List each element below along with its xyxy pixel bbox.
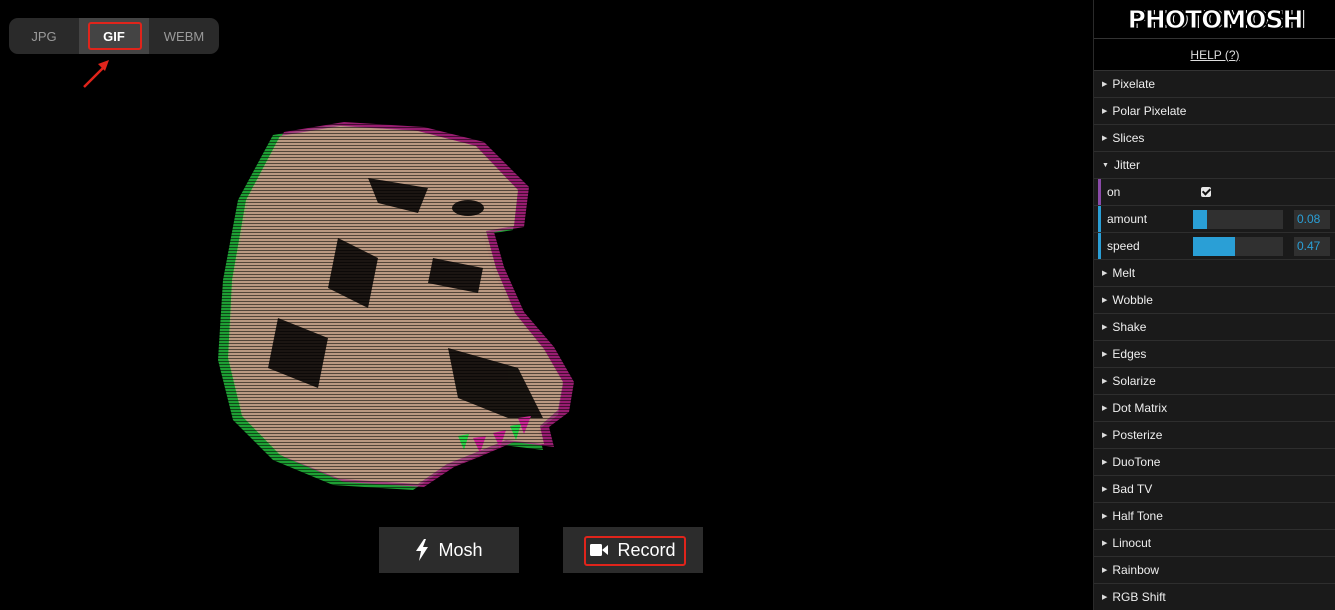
param-stripe — [1098, 179, 1101, 205]
param-speed: speed 0.47 — [1094, 233, 1335, 260]
speed-value-field[interactable]: 0.47 — [1294, 236, 1330, 256]
triangle-right-icon: ▶ — [1102, 513, 1108, 520]
glitch-lion-image — [218, 118, 588, 493]
triangle-right-icon: ▶ — [1102, 459, 1108, 466]
effect-label: Shake — [1112, 320, 1147, 334]
effect-bad-tv[interactable]: ▶ Bad TV — [1094, 476, 1335, 503]
triangle-right-icon: ▶ — [1102, 135, 1108, 142]
triangle-right-icon: ▶ — [1102, 81, 1108, 88]
annotation-arrow — [83, 60, 109, 88]
amount-value-field[interactable]: 0.08 — [1294, 209, 1330, 229]
amount-slider[interactable] — [1193, 209, 1283, 229]
effect-label: Melt — [1112, 266, 1136, 280]
triangle-right-icon: ▶ — [1102, 432, 1108, 439]
video-camera-icon — [590, 544, 609, 556]
param-label: amount — [1107, 212, 1148, 226]
tab-webm[interactable]: WEBM — [149, 18, 219, 54]
effect-rainbow[interactable]: ▶ Rainbow — [1094, 557, 1335, 584]
effect-label: Linocut — [1112, 536, 1152, 550]
effect-label: DuoTone — [1112, 455, 1161, 469]
effect-label: Polar Pixelate — [1112, 104, 1187, 118]
triangle-right-icon: ▶ — [1102, 324, 1108, 331]
effect-label: Solarize — [1112, 374, 1156, 388]
triangle-right-icon: ▶ — [1102, 567, 1108, 574]
amount-slider-fill — [1193, 209, 1208, 229]
triangle-right-icon: ▶ — [1102, 270, 1108, 277]
triangle-right-icon: ▶ — [1102, 297, 1108, 304]
triangle-down-icon: ▼ — [1102, 161, 1109, 169]
format-tabs: JPG GIF WEBM — [9, 18, 219, 54]
record-button-label: Record — [617, 539, 676, 560]
triangle-right-icon: ▶ — [1102, 405, 1108, 412]
effect-label: Edges — [1112, 347, 1147, 361]
param-label: speed — [1107, 239, 1140, 253]
effect-label: Rainbow — [1112, 563, 1160, 577]
help-link[interactable]: HELP (?) — [1190, 48, 1239, 62]
help-row: HELP (?) — [1094, 39, 1335, 71]
triangle-right-icon: ▶ — [1102, 351, 1108, 358]
logo-area: PHOTOMOSH — [1094, 0, 1335, 39]
effect-edges[interactable]: ▶ Edges — [1094, 341, 1335, 368]
lightning-icon — [416, 539, 429, 561]
effect-posterize[interactable]: ▶ Posterize — [1094, 422, 1335, 449]
param-stripe — [1098, 233, 1101, 259]
triangle-right-icon: ▶ — [1102, 108, 1108, 115]
effect-half-tone[interactable]: ▶ Half Tone — [1094, 503, 1335, 530]
effect-slices[interactable]: ▶ Slices — [1094, 125, 1335, 152]
effect-jitter[interactable]: ▼ Jitter — [1094, 152, 1335, 179]
effect-label: RGB Shift — [1112, 590, 1166, 604]
effect-label: Slices — [1112, 131, 1145, 145]
effect-polar-pixelate[interactable]: ▶ Polar Pixelate — [1094, 98, 1335, 125]
effect-melt[interactable]: ▶ Melt — [1094, 260, 1335, 287]
mosh-button-label: Mosh — [438, 539, 483, 560]
param-on: on — [1094, 179, 1335, 206]
effect-label: Pixelate — [1112, 77, 1156, 91]
param-stripe — [1098, 206, 1101, 232]
effect-shake[interactable]: ▶ Shake — [1094, 314, 1335, 341]
speed-slider-fill — [1193, 236, 1236, 256]
effect-label: Jitter — [1113, 158, 1140, 172]
jitter-on-checkbox[interactable] — [1201, 187, 1211, 197]
triangle-right-icon: ▶ — [1102, 540, 1108, 547]
param-label: on — [1107, 185, 1121, 199]
mosh-canvas — [218, 118, 588, 493]
effect-label: Bad TV — [1112, 482, 1153, 496]
effect-dot-matrix[interactable]: ▶ Dot Matrix — [1094, 395, 1335, 422]
effect-pixelate[interactable]: ▶ Pixelate — [1094, 71, 1335, 98]
effect-label: Wobble — [1112, 293, 1153, 307]
effect-label: Half Tone — [1112, 509, 1163, 523]
effects-panel: PHOTOMOSH HELP (?) ▶ Pixelate ▶ Polar Pixe… — [1093, 0, 1335, 610]
effect-wobble[interactable]: ▶ Wobble — [1094, 287, 1335, 314]
effect-solarize[interactable]: ▶ Solarize — [1094, 368, 1335, 395]
effect-rgb-shift[interactable]: ▶ RGB Shift — [1094, 584, 1335, 610]
triangle-right-icon: ▶ — [1102, 486, 1108, 493]
effect-label: Posterize — [1112, 428, 1163, 442]
triangle-right-icon: ▶ — [1102, 594, 1108, 601]
tab-gif[interactable]: GIF — [79, 18, 149, 54]
tab-jpg[interactable]: JPG — [9, 18, 79, 54]
record-button[interactable]: Record — [563, 527, 703, 573]
mosh-button[interactable]: Mosh — [379, 527, 519, 573]
effect-linocut[interactable]: ▶ Linocut — [1094, 530, 1335, 557]
triangle-right-icon: ▶ — [1102, 378, 1108, 385]
photomosh-logo: PHOTOMOSH — [1127, 4, 1304, 34]
param-amount: amount 0.08 — [1094, 206, 1335, 233]
effect-duotone[interactable]: ▶ DuoTone — [1094, 449, 1335, 476]
speed-slider[interactable] — [1193, 236, 1283, 256]
effect-label: Dot Matrix — [1112, 401, 1168, 415]
